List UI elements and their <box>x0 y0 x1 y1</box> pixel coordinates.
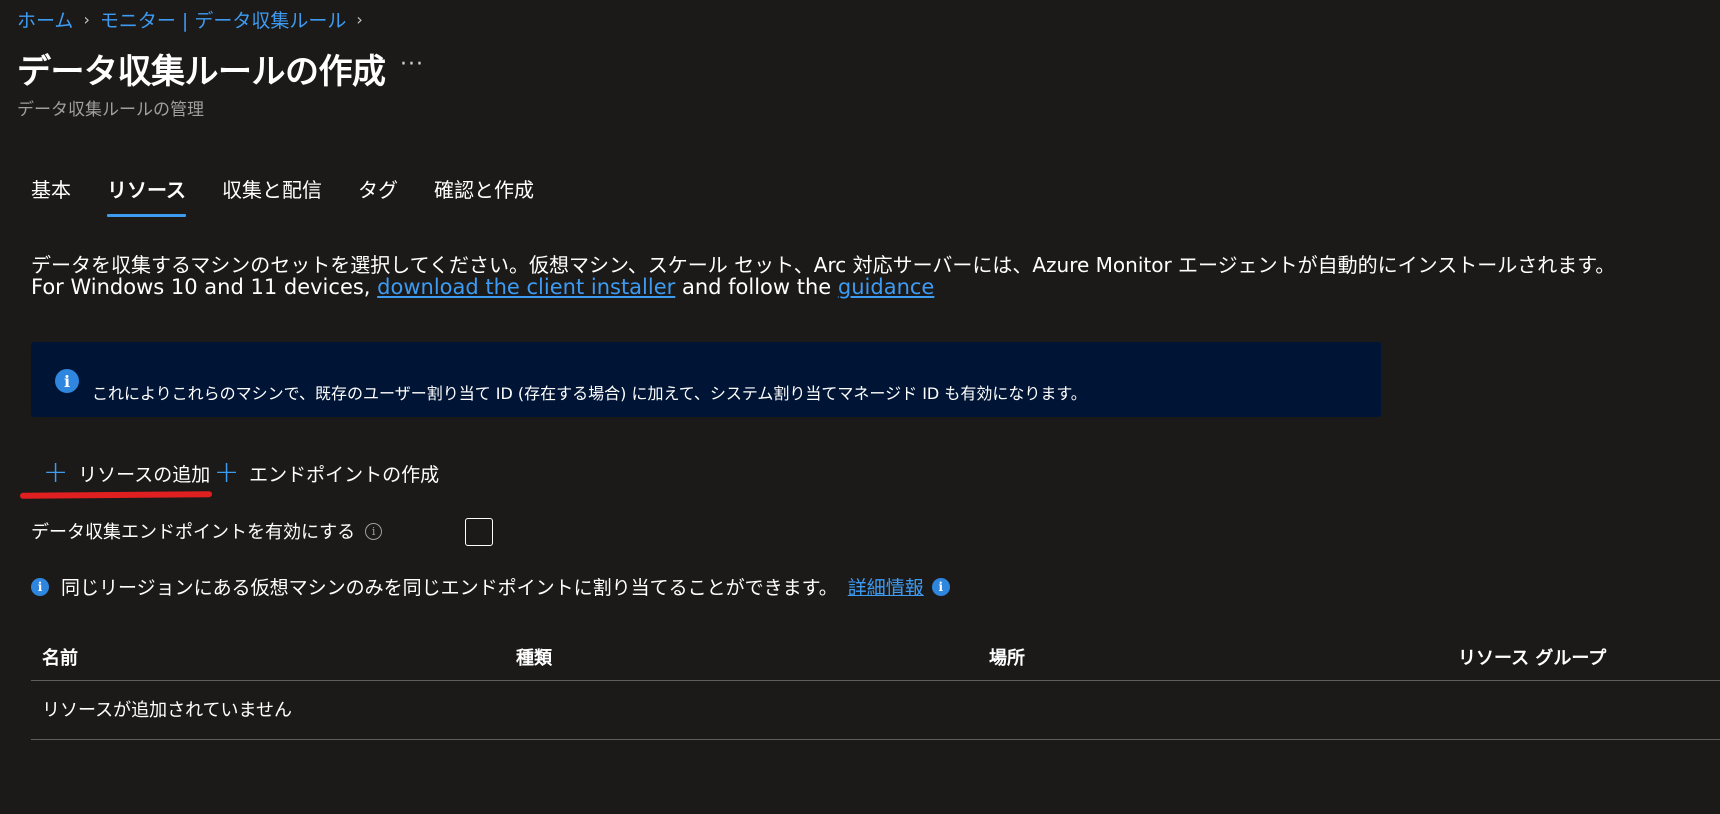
more-options-button[interactable]: ··· <box>400 52 424 77</box>
column-header-name[interactable]: 名前 <box>42 644 78 670</box>
plus-icon: + <box>214 455 240 490</box>
add-resource-label: リソースの追加 <box>78 463 211 486</box>
page-title: データ収集ルールの作成 <box>17 52 386 92</box>
info-icon: i <box>931 577 950 596</box>
plus-icon: + <box>43 455 69 490</box>
description-line-1: データを収集するマシンのセットを選択してください。仮想マシン、スケール セット、… <box>31 253 1616 277</box>
page-subtitle: データ収集ルールの管理 <box>17 100 204 120</box>
create-endpoint-label: エンドポイントの作成 <box>249 463 440 486</box>
breadcrumb-home-link[interactable]: ホーム <box>17 6 73 33</box>
tab-resources[interactable]: リソース <box>107 174 186 217</box>
table-header: 名前 種類 場所 リソース グループ <box>31 634 1720 681</box>
info-icon: i <box>55 369 79 393</box>
description-middle: and follow the <box>675 275 838 299</box>
empty-table-message: リソースが追加されていません <box>42 700 293 721</box>
tab-collect-deliver[interactable]: 収集と配信 <box>222 174 322 203</box>
description-line-2: For Windows 10 and 11 devices, download … <box>31 275 934 299</box>
breadcrumb-monitor-link[interactable]: モニター | データ収集ルール <box>100 6 346 33</box>
description-prefix: For Windows 10 and 11 devices, <box>31 275 378 299</box>
column-header-resource-group[interactable]: リソース グループ <box>1458 644 1606 670</box>
breadcrumb: ホーム › モニター | データ収集ルール › <box>17 6 373 33</box>
learn-more-link[interactable]: 詳細情報 <box>848 573 924 600</box>
column-header-location[interactable]: 場所 <box>989 644 1025 670</box>
info-banner-text: これによりこれらのマシンで、既存のユーザー割り当て ID (存在する場合) に加… <box>92 384 1087 403</box>
add-resource-button[interactable]: + リソースの追加 <box>43 458 210 488</box>
info-icon: i <box>31 577 49 596</box>
enable-endpoint-label: データ収集エンドポイントを有効にする i <box>31 518 383 544</box>
resources-table: 名前 種類 場所 リソース グループ リソースが追加されていません <box>31 634 1720 740</box>
info-banner: i これによりこれらのマシンで、既存のユーザー割り当て ID (存在する場合) … <box>31 342 1381 417</box>
region-note-text: 同じリージョンにある仮想マシンのみを同じエンドポイントに割り当てることができます… <box>61 577 838 599</box>
table-body: リソースが追加されていません <box>31 681 1720 740</box>
region-note: i 同じリージョンにある仮想マシンのみを同じエンドポイントに割り当てることができ… <box>31 573 950 600</box>
download-installer-link[interactable]: download the client installer <box>377 275 675 299</box>
column-header-type[interactable]: 種類 <box>516 644 552 670</box>
create-endpoint-button[interactable]: + エンドポイントの作成 <box>214 458 439 488</box>
chevron-right-icon: › <box>83 10 90 29</box>
tab-tags[interactable]: タグ <box>358 174 398 203</box>
guidance-link[interactable]: guidance <box>838 275 934 299</box>
tab-review-create[interactable]: 確認と作成 <box>434 174 534 203</box>
chevron-right-icon: › <box>356 10 363 29</box>
wizard-tabs: 基本 リソース 収集と配信 タグ 確認と作成 <box>31 174 570 217</box>
info-tooltip-icon[interactable]: i <box>365 522 383 540</box>
tab-basics[interactable]: 基本 <box>31 174 71 203</box>
enable-endpoint-text: データ収集エンドポイントを有効にする <box>31 522 356 543</box>
enable-endpoint-checkbox[interactable] <box>465 518 493 546</box>
highlight-underline <box>19 491 213 499</box>
page: ホーム › モニター | データ収集ルール › データ収集ルールの作成 ··· … <box>0 0 1720 814</box>
